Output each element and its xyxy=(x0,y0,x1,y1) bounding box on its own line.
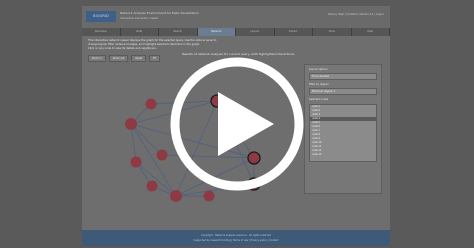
play-triangle xyxy=(218,92,274,156)
play-icon[interactable] xyxy=(170,57,304,191)
video-play-overlay[interactable] xyxy=(0,0,474,248)
